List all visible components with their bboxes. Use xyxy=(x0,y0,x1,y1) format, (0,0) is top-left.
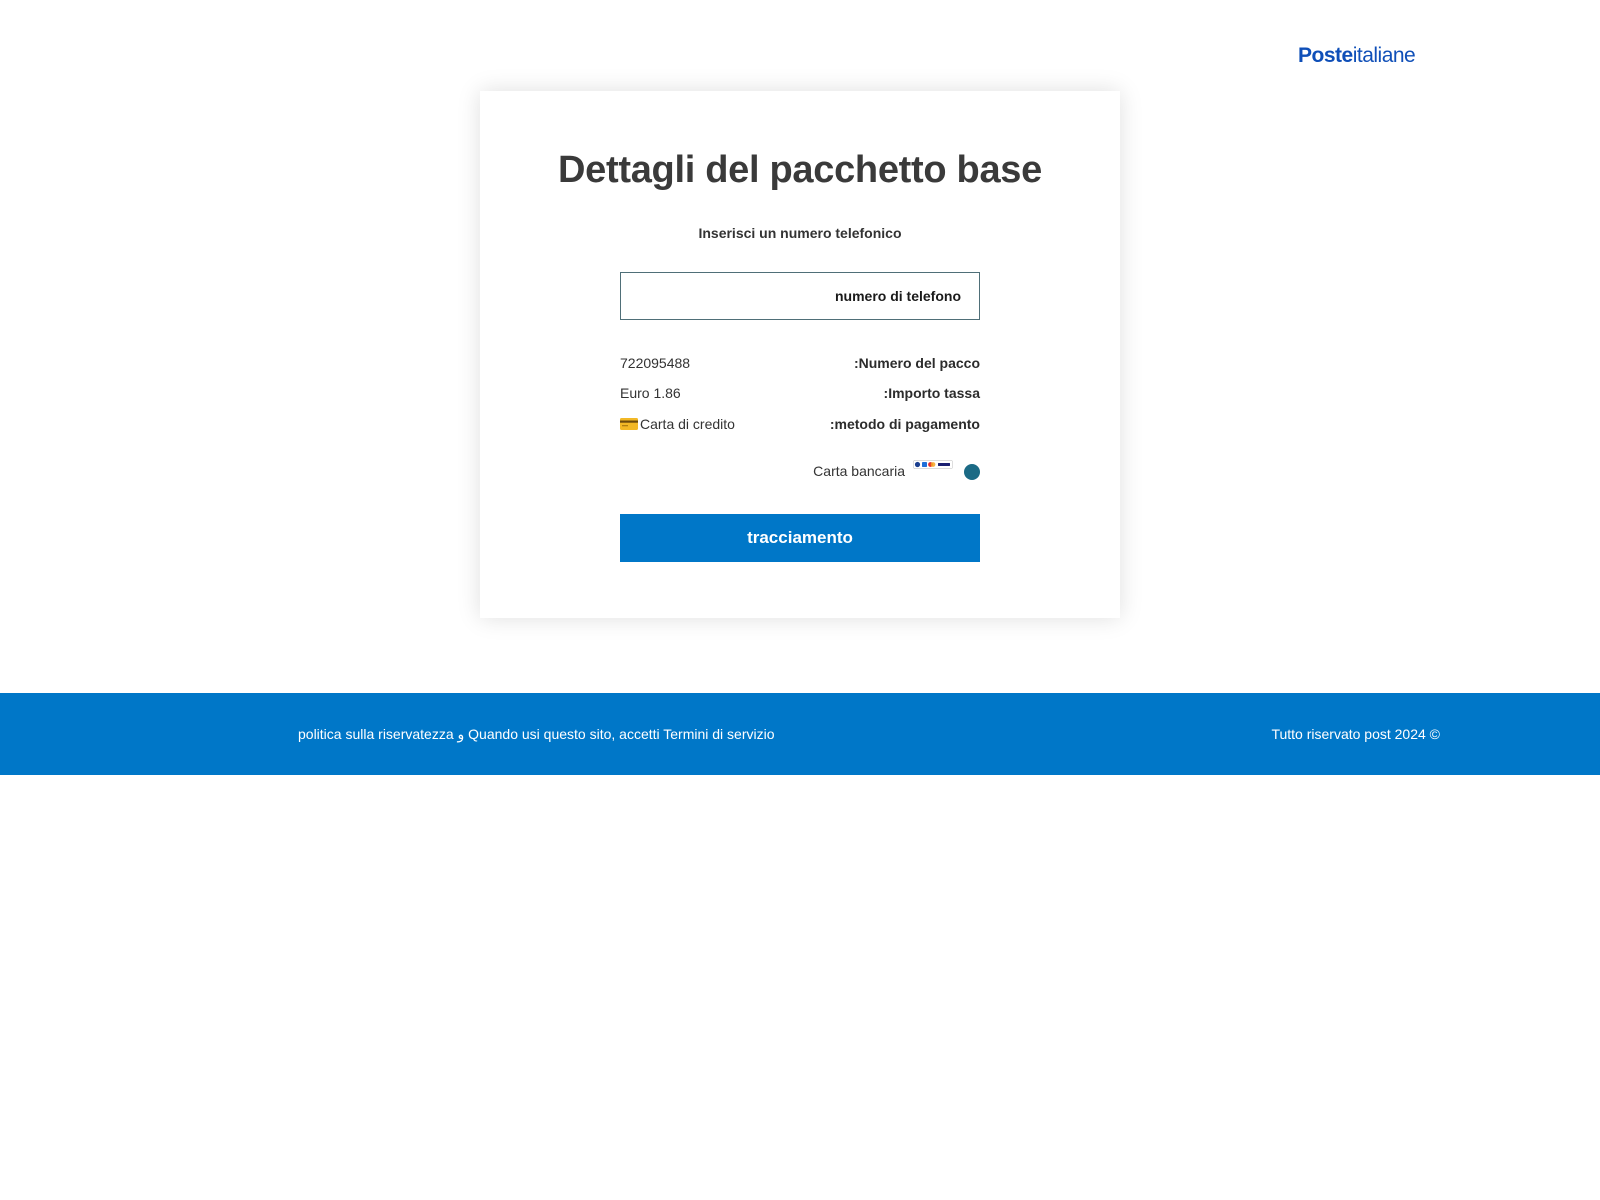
tracking-button[interactable]: tracciamento xyxy=(620,514,980,562)
privacy-policy-link[interactable]: politica sulla riservatezza xyxy=(298,726,454,742)
payment-method-value-wrap: Carta di credito xyxy=(620,416,735,432)
phone-prompt: Inserisci un numero telefonico xyxy=(698,225,902,241)
page-title: Dettagli del pacchetto base xyxy=(558,149,1042,191)
footer: politica sulla riservatezza و Quando usi… xyxy=(0,693,1600,775)
payment-method-value: Carta di credito xyxy=(640,416,735,432)
detail-row-payment-method: Carta di credito :metodo di pagamento xyxy=(620,416,980,436)
logo-bold-text: Poste xyxy=(1298,44,1353,67)
package-number-value: 722095488 xyxy=(620,355,691,371)
phone-number-input[interactable] xyxy=(620,272,980,320)
bank-card-radio[interactable] xyxy=(964,464,980,480)
payment-option-bank-card[interactable]: Carta bancaria xyxy=(620,460,980,484)
detail-row-fee-amount: Euro 1.86 :Importo tassa xyxy=(620,385,980,405)
payment-method-label: :metodo di pagamento xyxy=(829,416,980,432)
detail-row-package-number: 722095488 :Numero del pacco xyxy=(620,355,980,375)
logo-light-text: italiane xyxy=(1352,44,1416,67)
package-number-label: :Numero del pacco xyxy=(853,355,980,371)
package-details-card: Dettagli del pacchetto base Inserisci un… xyxy=(480,91,1120,618)
poste-italiane-logo[interactable]: Posteitaliane xyxy=(1298,44,1416,68)
terms-of-service-link[interactable]: Termini di servizio xyxy=(663,726,774,742)
fee-amount-value: Euro 1.86 xyxy=(620,385,681,401)
footer-terms-text: Quando usi questo sito, accetti xyxy=(468,726,660,742)
card-brands-icon xyxy=(913,460,953,469)
footer-separator: و xyxy=(457,726,465,742)
credit-card-icon xyxy=(620,418,638,430)
footer-links: politica sulla riservatezza و Quando usi… xyxy=(298,726,775,743)
fee-amount-label: :Importo tassa xyxy=(883,385,980,401)
copyright-text: Tutto riservato post 2024 © xyxy=(1271,726,1440,742)
bank-card-label: Carta bancaria xyxy=(813,463,905,479)
